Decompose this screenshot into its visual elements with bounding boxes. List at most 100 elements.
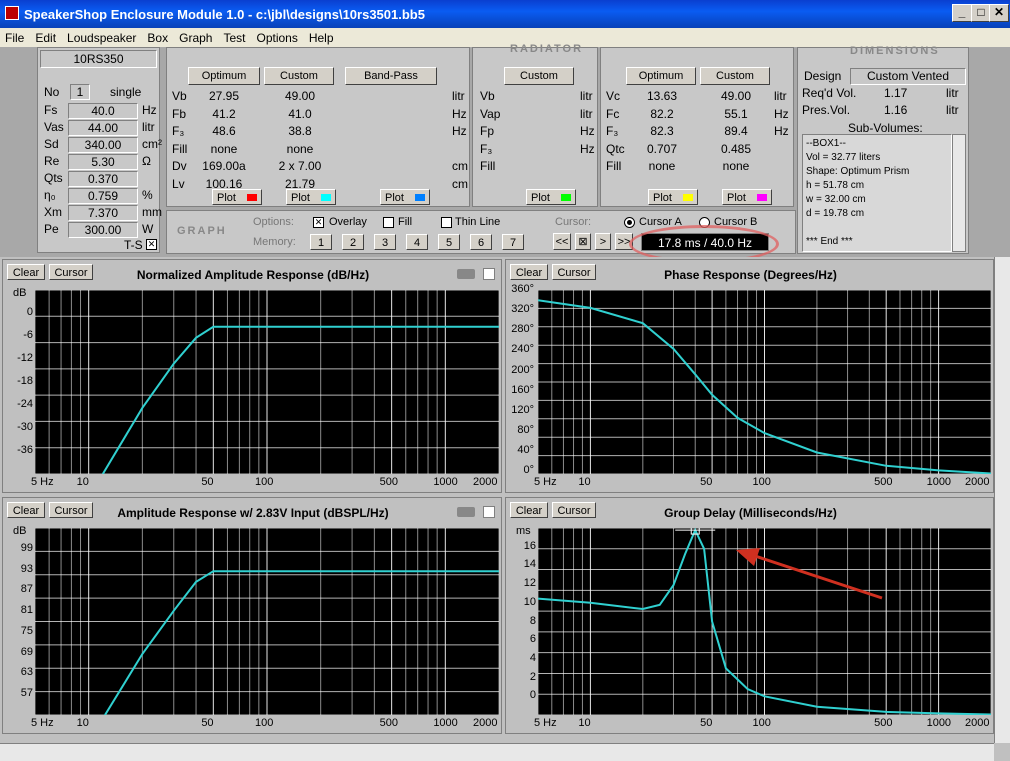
memory-button-4[interactable]: 4 — [406, 234, 428, 250]
ts-param-value[interactable]: 0.370 — [68, 171, 138, 187]
row-value[interactable]: 0.707 — [626, 141, 698, 158]
menu-options[interactable]: Options — [251, 28, 303, 45]
clear-button[interactable]: Clear — [7, 264, 45, 280]
ts-param-value[interactable]: 7.370 — [68, 205, 138, 221]
row-value[interactable]: 38.8 — [264, 123, 336, 140]
plot-bandpass-button[interactable]: Plot — [380, 189, 430, 205]
menu-box[interactable]: Box — [142, 28, 174, 45]
plot-closed-optimum-button[interactable]: Plot — [648, 189, 698, 205]
clear-button[interactable]: Clear — [510, 502, 548, 518]
cursor-a-radio[interactable] — [624, 217, 635, 228]
overlay-checkbox[interactable]: ✕ — [313, 217, 324, 228]
printer-icon[interactable] — [457, 269, 475, 279]
plot-closed-custom-button[interactable]: Plot — [722, 189, 772, 205]
custom-button[interactable]: Custom — [264, 67, 334, 85]
menu-loudspeaker[interactable]: Loudspeaker — [62, 28, 142, 45]
y-tick-label: 320° — [511, 303, 534, 316]
sub-volumes-list[interactable]: --BOX1-- Vol = 32.77 liters Shape: Optimum… — [802, 134, 952, 252]
optimum-button[interactable]: Optimum — [188, 67, 260, 85]
row-label: Vb — [480, 89, 495, 103]
row-value[interactable]: none — [626, 158, 698, 175]
y-unit-label: dB — [13, 287, 27, 299]
cursor-first-button[interactable]: << — [553, 233, 571, 250]
row-value[interactable]: 41.0 — [264, 106, 336, 123]
ts-param-value[interactable]: 300.00 — [68, 222, 138, 238]
row-value[interactable]: 169.00a — [188, 158, 260, 175]
x-tick-label: 10 — [76, 476, 89, 488]
row-value[interactable]: 2 x 7.00 — [264, 158, 336, 175]
graph-checkbox[interactable] — [483, 506, 495, 518]
row-value[interactable]: 13.63 — [626, 88, 698, 105]
row-value[interactable]: 49.00 — [264, 88, 336, 105]
radiator-header: RADIATOR — [510, 43, 584, 55]
ts-param-value[interactable]: 40.0 — [68, 103, 138, 119]
speaker-model[interactable]: 10RS350 — [40, 50, 157, 68]
driver-count[interactable]: 1 — [70, 84, 90, 100]
memory-button-7[interactable]: 7 — [502, 234, 524, 250]
row-value[interactable]: 27.95 — [188, 88, 260, 105]
horizontal-scrollbar[interactable] — [0, 743, 994, 761]
menu-help[interactable]: Help — [304, 28, 340, 45]
row-value[interactable]: none — [700, 158, 772, 175]
row-value[interactable]: 82.3 — [626, 123, 698, 140]
cursor-next-button[interactable]: > — [595, 233, 611, 250]
row-value[interactable]: none — [264, 141, 336, 158]
cursor-set-button[interactable]: ⊠ — [575, 233, 591, 250]
vertical-scrollbar[interactable] — [994, 257, 1010, 743]
plot-area[interactable] — [537, 525, 992, 716]
plot-svg — [34, 527, 500, 720]
graph-title: Normalized Amplitude Response (dB/Hz) — [136, 268, 370, 282]
menu-graph[interactable]: Graph — [174, 28, 218, 45]
plot-optimum-vented-button[interactable]: Plot — [212, 189, 262, 205]
x-tick-label: 1000 — [926, 717, 952, 729]
driver-config[interactable]: single — [110, 84, 141, 101]
clear-button[interactable]: Clear — [7, 502, 45, 518]
printer-icon[interactable] — [457, 507, 475, 517]
memory-button-5[interactable]: 5 — [438, 234, 460, 250]
ts-param-value[interactable]: 340.00 — [68, 137, 138, 153]
plot-radiator-button[interactable]: Plot — [526, 189, 576, 205]
ts-param-value[interactable]: 44.00 — [68, 120, 138, 136]
ts-param-value[interactable]: 0.759 — [68, 188, 138, 204]
plot-custom-vented-button[interactable]: Plot — [286, 189, 336, 205]
radiator-custom-button[interactable]: Custom — [504, 67, 574, 85]
memory-button-3[interactable]: 3 — [374, 234, 396, 250]
bandpass-button[interactable]: Band-Pass — [345, 67, 437, 85]
plot-area[interactable] — [537, 289, 992, 475]
app-icon[interactable] — [5, 6, 19, 20]
row-value[interactable]: 0.485 — [700, 141, 772, 158]
plot-area[interactable] — [34, 527, 500, 720]
row-unit: litr — [452, 89, 465, 103]
ts-param-value[interactable]: 5.30 — [68, 154, 138, 170]
fill-checkbox[interactable] — [383, 217, 394, 228]
pres-vol-value[interactable]: 1.16 — [884, 102, 907, 119]
memory-button-6[interactable]: 6 — [470, 234, 492, 250]
memory-button-2[interactable]: 2 — [342, 234, 364, 250]
menu-test[interactable]: Test — [218, 28, 251, 45]
memory-button-1[interactable]: 1 — [310, 234, 332, 250]
row-value[interactable]: 89.4 — [700, 123, 772, 140]
sub-volumes-scrollbar[interactable] — [952, 134, 966, 252]
row-value[interactable]: none — [188, 141, 260, 158]
row-value[interactable]: 55.1 — [700, 106, 772, 123]
ts-checkbox[interactable]: ✕ — [146, 239, 157, 250]
closed-custom-button[interactable]: Custom — [700, 67, 770, 85]
minimize-button[interactable]: _ — [952, 4, 972, 22]
design-value[interactable]: Custom Vented — [850, 68, 966, 85]
row-value[interactable]: 41.2 — [188, 106, 260, 123]
row-value[interactable]: 48.6 — [188, 123, 260, 140]
graph-checkbox[interactable] — [483, 268, 495, 280]
row-value[interactable]: 82.2 — [626, 106, 698, 123]
x-tick-label: 50 — [201, 476, 214, 488]
thin-line-checkbox[interactable] — [441, 217, 452, 228]
closed-optimum-button[interactable]: Optimum — [626, 67, 696, 85]
row-value[interactable]: 49.00 — [700, 88, 772, 105]
reqd-vol-value[interactable]: 1.17 — [884, 85, 907, 102]
close-button[interactable]: ✕ — [989, 4, 1009, 22]
x-tick-label: 5 Hz — [31, 476, 54, 488]
menu-file[interactable]: File — [0, 28, 30, 45]
clear-button[interactable]: Clear — [510, 264, 548, 280]
maximize-button[interactable]: □ — [971, 4, 991, 22]
menu-edit[interactable]: Edit — [30, 28, 62, 45]
plot-area[interactable] — [34, 289, 500, 475]
